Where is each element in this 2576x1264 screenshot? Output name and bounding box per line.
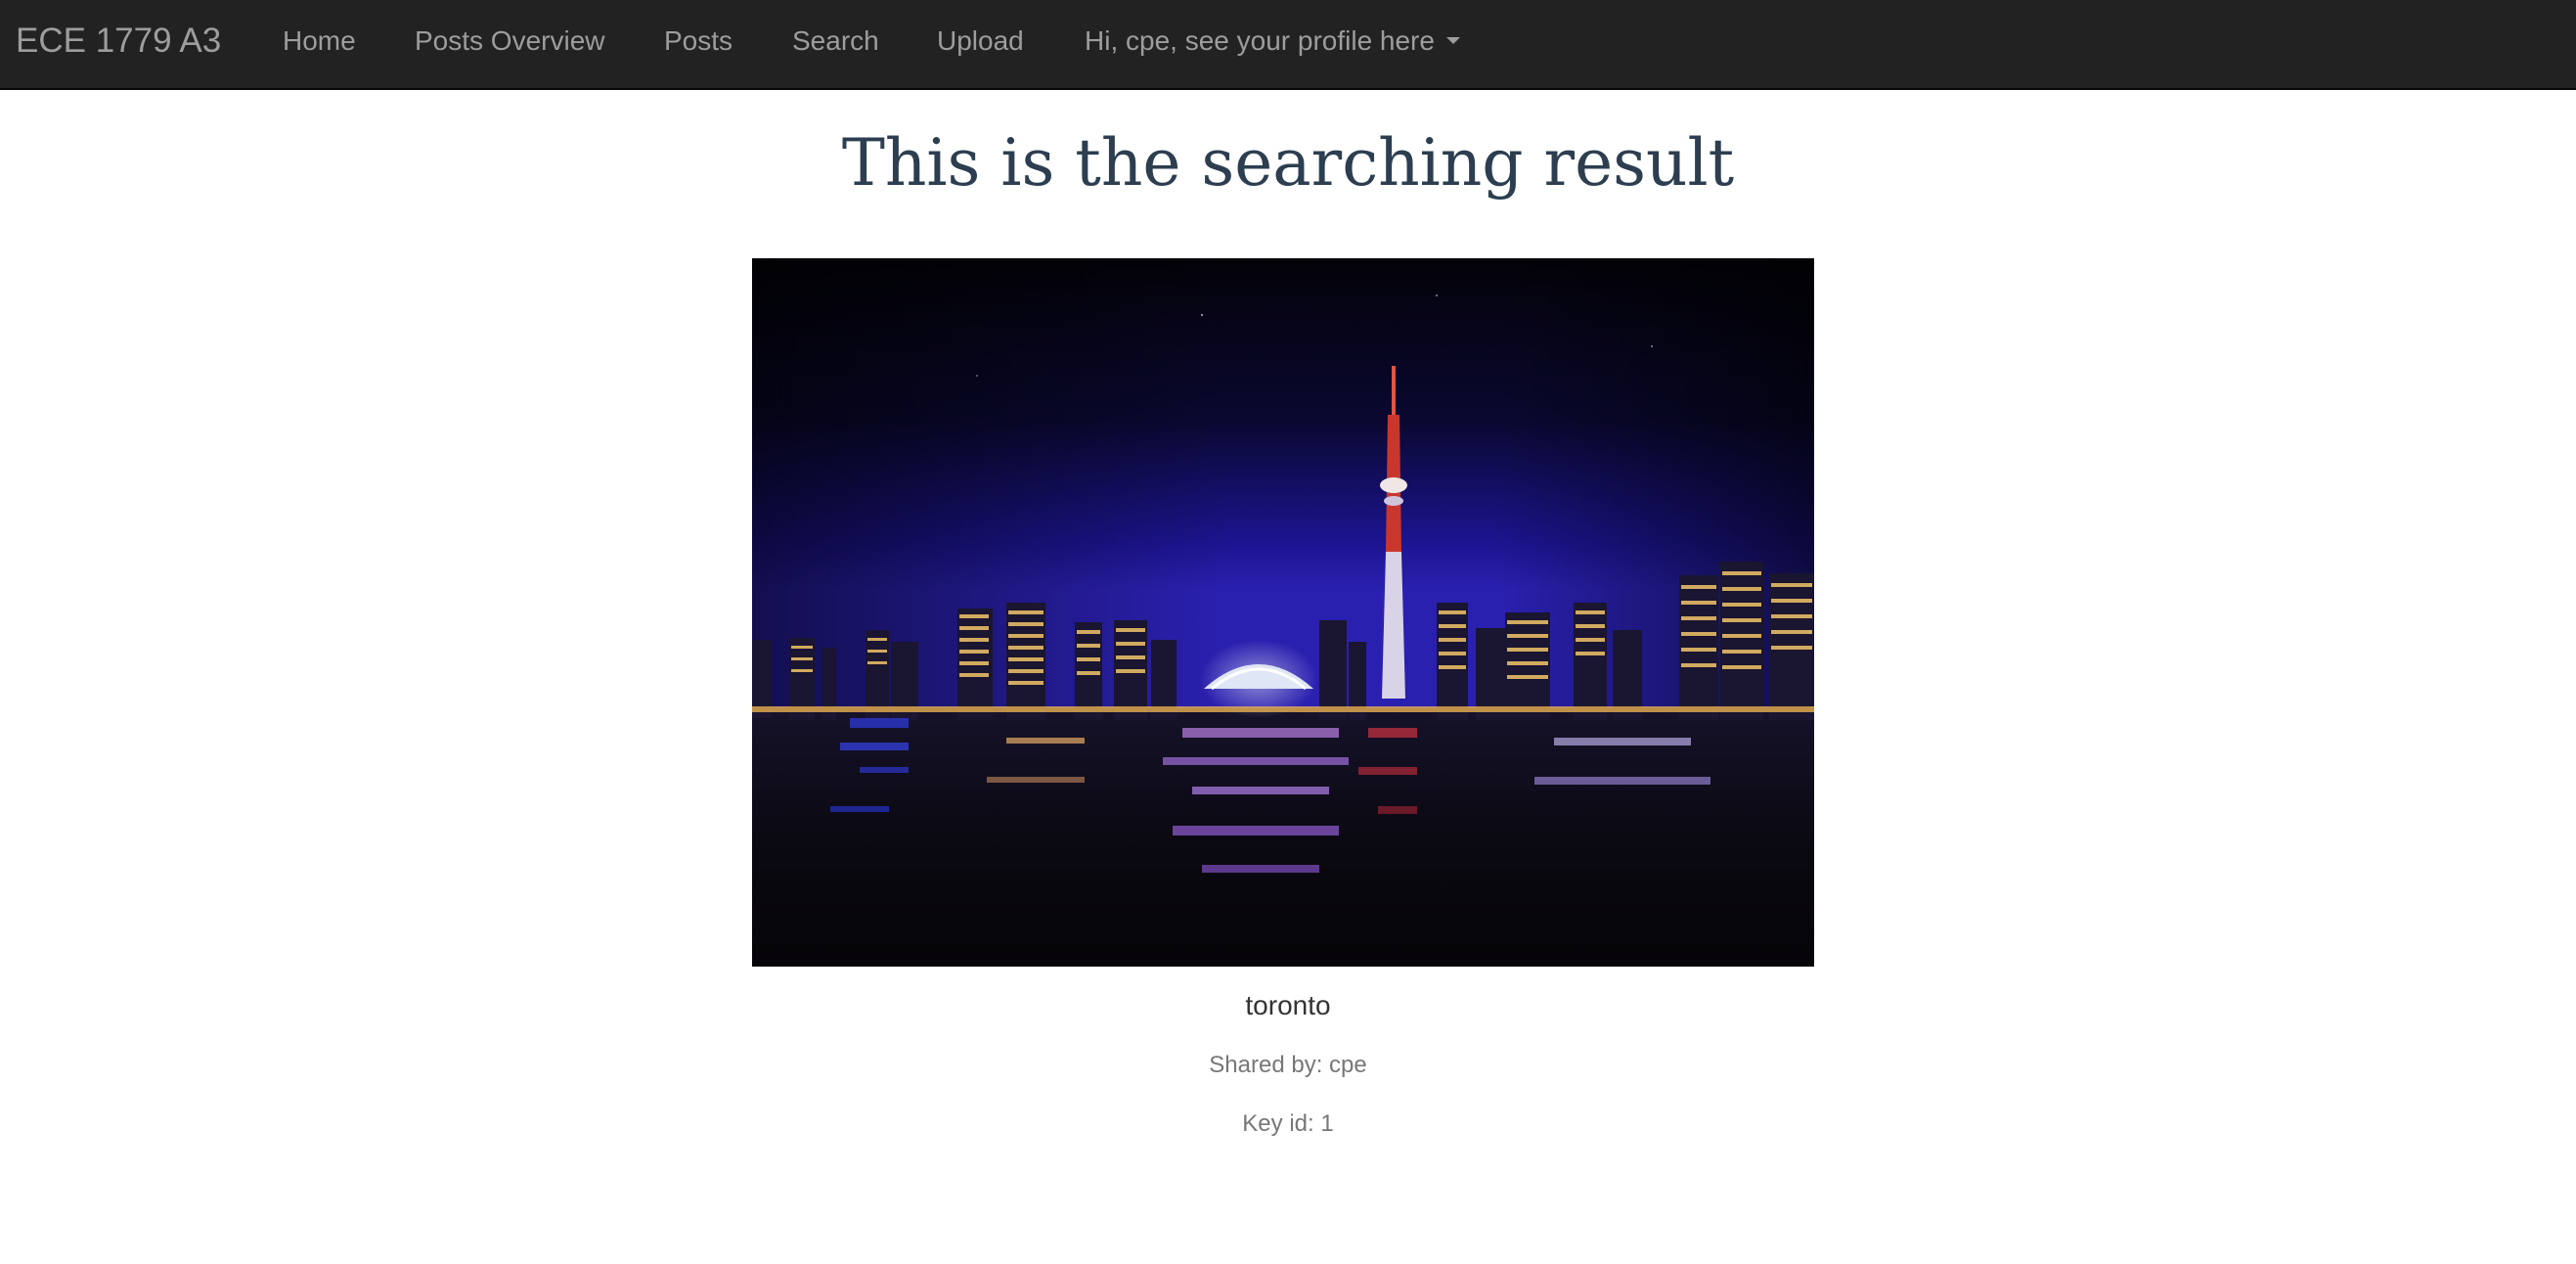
nav-upload[interactable]: Upload xyxy=(937,0,1024,82)
result-shared-by: Shared by: cpe xyxy=(1209,1052,1367,1078)
page-title: This is the searching result xyxy=(841,125,1735,201)
nav-search[interactable]: Search xyxy=(792,0,879,82)
profile-dropdown-label: Hi, cpe, see your profile here xyxy=(1085,25,1435,56)
nav-posts[interactable]: Posts xyxy=(664,0,733,82)
toronto-night-skyline-photo xyxy=(752,258,1814,967)
nav-posts-overview[interactable]: Posts Overview xyxy=(415,0,605,82)
caret-down-icon xyxy=(1445,37,1460,45)
nav-home[interactable]: Home xyxy=(283,0,356,82)
top-navbar: ECE 1779 A3 Home Posts Overview Posts Se… xyxy=(0,0,2576,90)
result-key-id: Key id: 1 xyxy=(1242,1110,1334,1137)
result-name: toronto xyxy=(1245,990,1331,1020)
brand-link[interactable]: ECE 1779 A3 xyxy=(16,0,221,82)
profile-dropdown[interactable]: Hi, cpe, see your profile here xyxy=(1085,0,1460,82)
